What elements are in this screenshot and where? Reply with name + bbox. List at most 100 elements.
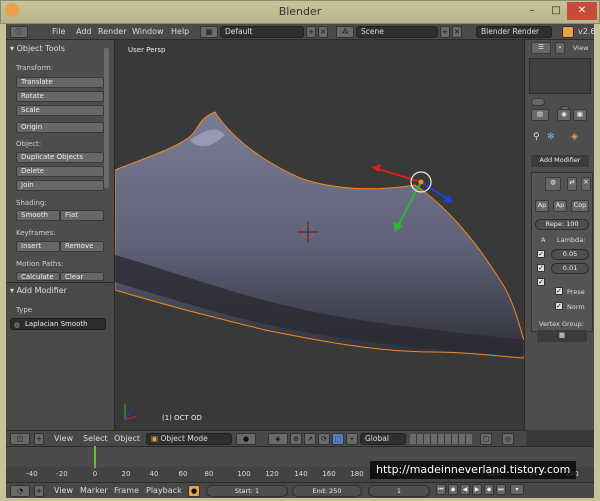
timeline-marker-menu[interactable]: Marker xyxy=(80,486,108,495)
duplicate-objects-button[interactable]: Duplicate Objects xyxy=(16,152,104,163)
preserve-volume-checkbox[interactable]: ✓ xyxy=(555,287,563,295)
menu-window[interactable]: Window xyxy=(132,27,164,36)
maximize-button[interactable]: □ xyxy=(546,2,566,20)
scene-select[interactable]: Scene xyxy=(356,26,438,38)
axis-y-checkbox[interactable]: ✓ xyxy=(537,264,545,272)
modifier-type-select[interactable]: ◍ Laplacian Smooth xyxy=(10,318,106,330)
timeline-editor-icon[interactable]: ◔ xyxy=(10,485,30,497)
outliner-editor-icon[interactable]: ☰ xyxy=(531,42,551,54)
delete-button[interactable]: Delete xyxy=(16,166,104,177)
timeline-playhead[interactable] xyxy=(94,446,96,468)
smooth-button[interactable]: Smooth xyxy=(16,210,60,221)
timeline-view-menu[interactable]: View xyxy=(54,486,73,495)
lock-layers-icon[interactable]: ▢ xyxy=(480,433,492,445)
layer-buttons[interactable] xyxy=(410,434,472,444)
menu-file[interactable]: File xyxy=(52,27,65,36)
minimize-button[interactable]: – xyxy=(521,2,543,20)
scale-manipulator-icon[interactable]: ⬚ xyxy=(332,433,344,445)
current-frame-field[interactable]: 1 xyxy=(368,485,430,497)
translate-button[interactable]: Translate xyxy=(16,77,104,88)
header-toggle-icon[interactable]: + xyxy=(34,433,44,445)
add-modifier-header[interactable]: ▾ Add Modifier xyxy=(10,286,67,295)
lambda-factor-field[interactable]: 0.05 xyxy=(551,249,589,260)
play-icon[interactable]: ▶ xyxy=(472,484,482,495)
info-editor-icon[interactable]: ⓘ xyxy=(10,26,28,38)
timeline-playback-menu[interactable]: Playback xyxy=(146,486,182,495)
remove-screen-button[interactable]: ✕ xyxy=(318,26,328,38)
snap-icon[interactable]: ⌖ xyxy=(346,433,358,445)
view-menu[interactable]: View xyxy=(54,434,73,443)
play-reverse-icon[interactable]: ◀ xyxy=(460,484,470,495)
scene-icon[interactable]: ⁂ xyxy=(336,26,354,38)
prev-keyframe-icon[interactable]: ◆ xyxy=(448,484,458,495)
clear-button[interactable]: Clear xyxy=(60,272,104,281)
pivot-point-icon[interactable]: ◈ xyxy=(268,433,288,445)
translate-manipulator-icon[interactable]: ↗ xyxy=(304,433,316,445)
start-frame-field[interactable]: Start: 1 xyxy=(206,485,288,497)
object-menu[interactable]: Object xyxy=(114,434,140,443)
tool-shelf-scrollbar[interactable] xyxy=(104,48,109,188)
object-data-icon[interactable]: ◈ xyxy=(571,132,578,142)
screen-layout-icon[interactable]: ▦ xyxy=(200,26,218,38)
flat-button[interactable]: Flat xyxy=(60,210,104,221)
normalized-checkbox[interactable]: ✓ xyxy=(555,302,563,310)
vertex-group-field[interactable]: ▦ xyxy=(537,330,587,342)
timeline-frame-menu[interactable]: Frame xyxy=(114,486,139,495)
end-frame-field[interactable]: End: 250 xyxy=(292,485,362,497)
record-keyframe-icon[interactable]: ● xyxy=(188,485,200,497)
axis-x-checkbox[interactable]: ✓ xyxy=(537,250,545,258)
add-modifier-operator-panel: ▾ Add Modifier Type ◍ Laplacian Smooth xyxy=(6,282,115,430)
window-titlebar: Blender – □ ✕ xyxy=(0,0,600,24)
mode-select[interactable]: ▣ Object Mode xyxy=(146,433,232,445)
remove-scene-button[interactable]: ✕ xyxy=(452,26,462,38)
select-menu[interactable]: Select xyxy=(83,434,108,443)
menu-help[interactable]: Help xyxy=(171,27,189,36)
origin-button[interactable]: Origin xyxy=(16,122,104,133)
axis-z-checkbox[interactable]: ✓ xyxy=(537,278,545,286)
render-view-icon[interactable]: ◎ xyxy=(502,433,514,445)
jump-start-icon[interactable]: ⏮ xyxy=(436,484,446,495)
z-axis-arrow xyxy=(443,194,453,203)
repeat-field[interactable]: Repe: 100 xyxy=(535,219,589,230)
properties-render-icon[interactable]: ▣ xyxy=(573,109,587,121)
properties-editor-icon[interactable]: ▤ xyxy=(531,109,549,121)
add-modifier-select[interactable]: Add Modifier xyxy=(531,155,589,167)
object-tools-header[interactable]: ▾ Object Tools xyxy=(10,44,65,53)
sync-mode-icon[interactable]: ▾ xyxy=(510,484,524,495)
outliner-view-menu[interactable]: View xyxy=(573,44,588,52)
menu-render[interactable]: Render xyxy=(98,27,126,36)
scale-button[interactable]: Scale xyxy=(16,105,104,116)
rotate-manipulator-icon[interactable]: ⟳ xyxy=(318,433,330,445)
lambda-border-field[interactable]: 0.01 xyxy=(551,263,589,274)
insert-keyframe-button[interactable]: Insert xyxy=(16,241,60,252)
3d-view-editor-icon[interactable]: ◫ xyxy=(10,433,30,445)
apply-button[interactable]: Ap xyxy=(535,200,549,212)
join-button[interactable]: Join xyxy=(16,180,104,191)
calculate-button[interactable]: Calculate xyxy=(16,272,60,281)
next-keyframe-icon[interactable]: ◆ xyxy=(484,484,494,495)
timeline-header-toggle-icon[interactable]: + xyxy=(34,485,44,497)
add-scene-button[interactable]: + xyxy=(440,26,450,38)
apply-as-shape-button[interactable]: Ap xyxy=(553,200,567,212)
outliner-scrollbar[interactable] xyxy=(531,98,545,106)
remove-keyframe-button[interactable]: Remove xyxy=(60,241,104,252)
jump-end-icon[interactable]: ⏭ xyxy=(496,484,506,495)
transform-orientation-select[interactable]: Global xyxy=(360,433,406,445)
properties-camera-icon[interactable]: ◉ xyxy=(557,109,571,121)
modifier-remove-icon[interactable]: ✕ xyxy=(581,177,591,191)
render-engine-select[interactable]: Blender Render xyxy=(476,26,552,38)
close-button[interactable]: ✕ xyxy=(567,2,597,20)
copy-modifier-button[interactable]: Cop xyxy=(571,200,589,212)
rotate-button[interactable]: Rotate xyxy=(16,91,104,102)
add-screen-button[interactable]: + xyxy=(306,26,316,38)
outliner-search-icon[interactable]: ⌕ xyxy=(555,42,565,54)
outliner-area[interactable] xyxy=(529,58,591,94)
3d-viewport[interactable] xyxy=(115,40,524,430)
world-icon[interactable]: ✻ xyxy=(547,132,555,142)
screen-layout-select[interactable]: Default xyxy=(220,26,304,38)
pin-icon[interactable]: ⚲ xyxy=(533,132,540,142)
menu-add[interactable]: Add xyxy=(76,27,92,36)
manipulator-toggle-icon[interactable]: ⊕ xyxy=(290,433,302,445)
viewport-shading-icon[interactable]: ● xyxy=(236,433,256,445)
modifier-move-icon[interactable]: ⇄ xyxy=(567,177,577,191)
